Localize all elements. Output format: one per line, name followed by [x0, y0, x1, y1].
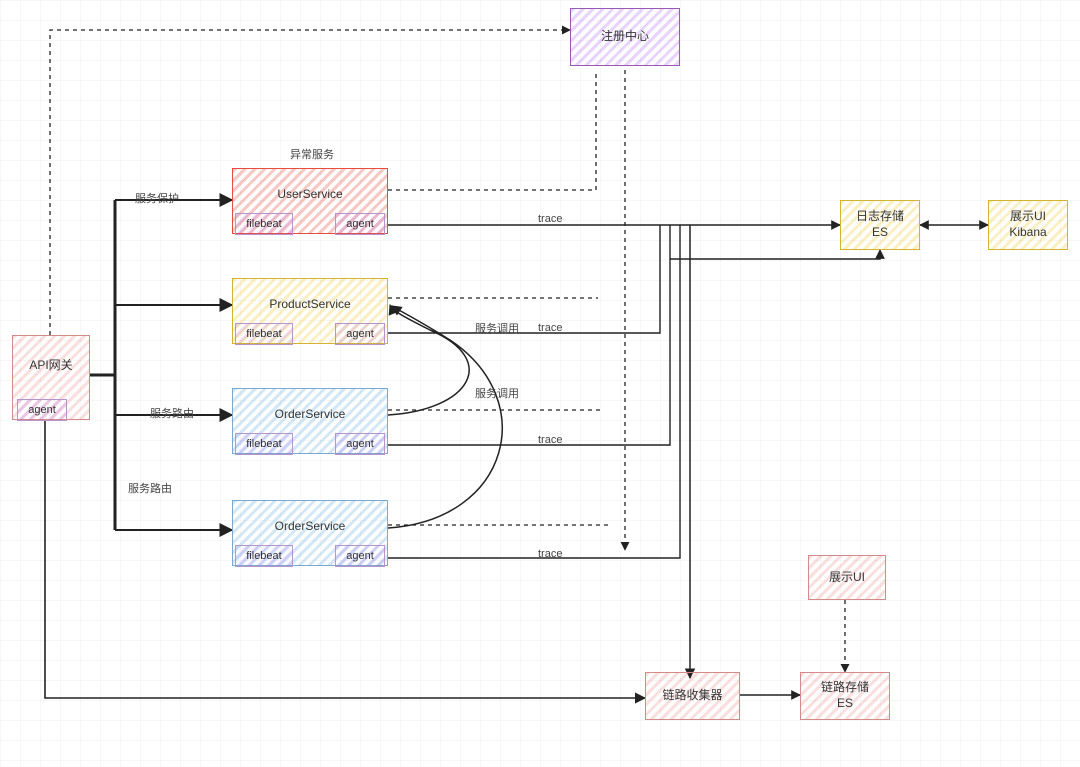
edge-label-service-call-2: 服务调用 — [475, 385, 519, 401]
sub-label: filebeat — [246, 217, 281, 231]
node-label: UserService — [277, 187, 342, 203]
node-product-service[interactable]: ProductService filebeat agent — [232, 278, 388, 344]
sub-filebeat[interactable]: filebeat — [235, 213, 293, 235]
node-trace-store[interactable]: 链路存储 ES — [800, 672, 890, 720]
node-order-service-2[interactable]: OrderService filebeat agent — [232, 500, 388, 566]
sub-agent[interactable]: agent — [335, 323, 385, 345]
sub-label: agent — [28, 403, 56, 417]
sub-label: filebeat — [246, 437, 281, 451]
node-user-service[interactable]: UserService filebeat agent — [232, 168, 388, 234]
edge-label-trace-4: trace — [538, 548, 562, 560]
caption-user-service: 异常服务 — [290, 146, 334, 162]
node-label: 注册中心 — [601, 29, 649, 45]
sub-filebeat[interactable]: filebeat — [235, 545, 293, 567]
sub-label: agent — [346, 217, 374, 231]
node-trace-collector[interactable]: 链路收集器 — [645, 672, 740, 720]
node-order-service-1[interactable]: OrderService filebeat agent — [232, 388, 388, 454]
sub-agent[interactable]: agent — [17, 399, 67, 421]
node-label: API网关 — [29, 358, 72, 374]
node-log-store[interactable]: 日志存储 ES — [840, 200, 920, 250]
node-label: ProductService — [269, 297, 350, 313]
sub-label: filebeat — [246, 549, 281, 563]
node-show-ui[interactable]: 展示UI — [808, 555, 886, 600]
edge-label-service-protect: 服务保护 — [135, 190, 179, 206]
sub-label: agent — [346, 437, 374, 451]
node-label: 展示UI — [829, 570, 865, 586]
edge-label-trace-2: trace — [538, 322, 562, 334]
sub-filebeat[interactable]: filebeat — [235, 433, 293, 455]
edge-label-service-route-2: 服务路由 — [128, 480, 172, 496]
sub-label: agent — [346, 549, 374, 563]
node-label: 链路收集器 — [662, 688, 722, 704]
node-label: OrderService — [275, 519, 346, 535]
node-registry[interactable]: 注册中心 — [570, 8, 680, 66]
edge-label-service-call-1: 服务调用 — [475, 320, 519, 336]
edge-label-trace-3: trace — [538, 434, 562, 446]
edge-label-trace-1: trace — [538, 213, 562, 225]
node-api-gateway[interactable]: API网关 agent — [12, 335, 90, 420]
sub-agent[interactable]: agent — [335, 545, 385, 567]
sub-label: filebeat — [246, 327, 281, 341]
sub-label: agent — [346, 327, 374, 341]
node-show-ui-kibana[interactable]: 展示UI Kibana — [988, 200, 1068, 250]
node-label: 链路存储 ES — [821, 680, 869, 711]
canvas-grid — [0, 0, 1080, 767]
sub-agent[interactable]: agent — [335, 213, 385, 235]
node-label: OrderService — [275, 407, 346, 423]
node-label: 展示UI Kibana — [1009, 209, 1046, 240]
sub-filebeat[interactable]: filebeat — [235, 323, 293, 345]
sub-agent[interactable]: agent — [335, 433, 385, 455]
node-label: 日志存储 ES — [856, 209, 904, 240]
edge-label-service-route-1: 服务路由 — [150, 405, 194, 421]
